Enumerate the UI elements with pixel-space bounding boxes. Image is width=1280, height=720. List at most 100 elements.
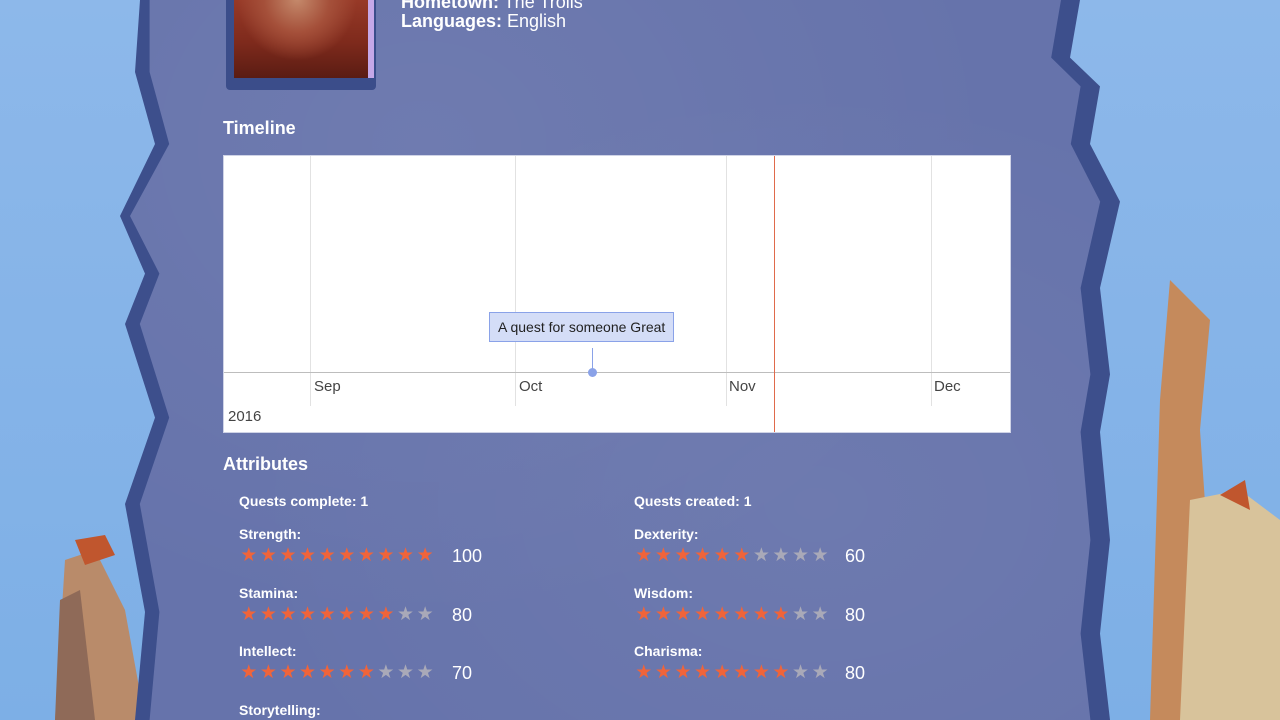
avatar: [234, 0, 374, 78]
star-empty-icon: ★: [397, 604, 415, 625]
timeline-event-quest[interactable]: A quest for someone Great: [489, 312, 675, 342]
attr-stamina-label: Stamina:: [239, 585, 299, 601]
star-filled-icon: ★: [733, 662, 751, 683]
star-filled-icon: ★: [318, 662, 336, 683]
star-filled-icon: ★: [416, 545, 434, 566]
star-filled-icon: ★: [733, 604, 751, 625]
timeline-heading: Timeline: [223, 118, 296, 138]
attr-dexterity-value: 60: [845, 546, 866, 566]
star-filled-icon: ★: [299, 545, 317, 566]
star-filled-icon: ★: [338, 662, 356, 683]
star-filled-icon: ★: [279, 662, 297, 683]
star-filled-icon: ★: [694, 604, 712, 625]
star-filled-icon: ★: [318, 604, 336, 625]
star-filled-icon: ★: [318, 545, 336, 566]
star-filled-icon: ★: [377, 604, 395, 625]
star-filled-icon: ★: [357, 662, 375, 683]
star-filled-icon: ★: [635, 545, 653, 566]
star-filled-icon: ★: [674, 662, 692, 683]
star-empty-icon: ★: [377, 662, 395, 683]
star-filled-icon: ★: [713, 662, 731, 683]
star-filled-icon: ★: [299, 604, 317, 625]
star-empty-icon: ★: [811, 604, 829, 625]
attr-storytelling-label: Storytelling:: [239, 702, 321, 718]
star-filled-icon: ★: [654, 545, 672, 566]
attr-strength-label: Strength:: [239, 526, 302, 542]
star-filled-icon: ★: [772, 662, 790, 683]
star-filled-icon: ★: [674, 545, 692, 566]
timeline-gridline: [931, 156, 932, 406]
timeline-event-marker[interactable]: [588, 368, 597, 377]
timeline-chart[interactable]: Sep Oct Nov Dec 2016 A quest for someone…: [223, 155, 1011, 433]
star-filled-icon: ★: [397, 545, 415, 566]
timeline-axis: [224, 372, 1010, 373]
star-filled-icon: ★: [654, 604, 672, 625]
star-filled-icon: ★: [713, 545, 731, 566]
attr-strength-stars: ★ ★ ★ ★ ★ ★ ★ ★ ★ ★: [239, 546, 435, 566]
attributes-heading: Attributes: [223, 454, 308, 474]
star-filled-icon: ★: [240, 662, 258, 683]
languages-line: Languages: English: [401, 11, 567, 31]
attr-wisdom-label: Wisdom:: [634, 585, 693, 601]
attr-charisma-stars: ★ ★ ★ ★ ★ ★ ★ ★ ★ ★: [634, 663, 830, 683]
attr-charisma-value: 80: [845, 663, 866, 683]
attr-intellect-label: Intellect:: [239, 643, 297, 659]
attr-dexterity-label: Dexterity:: [634, 526, 699, 542]
star-empty-icon: ★: [792, 545, 810, 566]
timeline-month-dec: Dec: [934, 378, 961, 395]
star-filled-icon: ★: [733, 545, 751, 566]
languages-value: English: [507, 11, 567, 31]
attr-wisdom-value: 80: [845, 605, 866, 625]
star-filled-icon: ★: [752, 604, 770, 625]
star-filled-icon: ★: [357, 545, 375, 566]
star-filled-icon: ★: [674, 604, 692, 625]
star-filled-icon: ★: [635, 604, 653, 625]
star-empty-icon: ★: [792, 604, 810, 625]
attr-intellect-stars: ★ ★ ★ ★ ★ ★ ★ ★ ★ ★: [239, 663, 435, 683]
star-filled-icon: ★: [338, 604, 356, 625]
star-filled-icon: ★: [654, 662, 672, 683]
timeline-gridline: [726, 156, 727, 406]
attr-intellect-value: 70: [452, 663, 473, 683]
star-empty-icon: ★: [811, 545, 829, 566]
timeline-month-nov: Nov: [729, 378, 756, 395]
attr-stamina-value: 80: [452, 605, 473, 625]
star-filled-icon: ★: [240, 604, 258, 625]
quests-complete: Quests complete: 1: [239, 493, 369, 509]
star-filled-icon: ★: [635, 662, 653, 683]
star-empty-icon: ★: [416, 604, 434, 625]
star-filled-icon: ★: [240, 545, 258, 566]
star-filled-icon: ★: [377, 545, 395, 566]
star-empty-icon: ★: [397, 662, 415, 683]
star-filled-icon: ★: [694, 662, 712, 683]
star-empty-icon: ★: [772, 545, 790, 566]
star-filled-icon: ★: [713, 604, 731, 625]
star-filled-icon: ★: [772, 604, 790, 625]
quests-created: Quests created: 1: [634, 493, 752, 509]
timeline-month-oct: Oct: [519, 378, 543, 395]
attr-wisdom-stars: ★ ★ ★ ★ ★ ★ ★ ★ ★ ★: [634, 605, 830, 625]
attr-strength-value: 100: [452, 546, 483, 566]
timeline-gridline: [515, 156, 516, 406]
star-filled-icon: ★: [259, 662, 277, 683]
star-filled-icon: ★: [279, 604, 297, 625]
star-filled-icon: ★: [299, 662, 317, 683]
star-filled-icon: ★: [259, 545, 277, 566]
attr-stamina-stars: ★ ★ ★ ★ ★ ★ ★ ★ ★ ★: [239, 605, 435, 625]
cliff-right-decoration: [1150, 280, 1280, 720]
attr-charisma-label: Charisma:: [634, 643, 703, 659]
star-empty-icon: ★: [752, 545, 770, 566]
star-empty-icon: ★: [416, 662, 434, 683]
star-filled-icon: ★: [279, 545, 297, 566]
timeline-month-sep: Sep: [314, 378, 341, 395]
star-filled-icon: ★: [694, 545, 712, 566]
star-filled-icon: ★: [357, 604, 375, 625]
star-filled-icon: ★: [752, 662, 770, 683]
star-empty-icon: ★: [811, 662, 829, 683]
timeline-gridline: [310, 156, 311, 406]
timeline-year: 2016: [228, 408, 262, 425]
star-filled-icon: ★: [338, 545, 356, 566]
star-filled-icon: ★: [259, 604, 277, 625]
timeline-current-date-marker: [774, 156, 775, 432]
star-empty-icon: ★: [792, 662, 810, 683]
